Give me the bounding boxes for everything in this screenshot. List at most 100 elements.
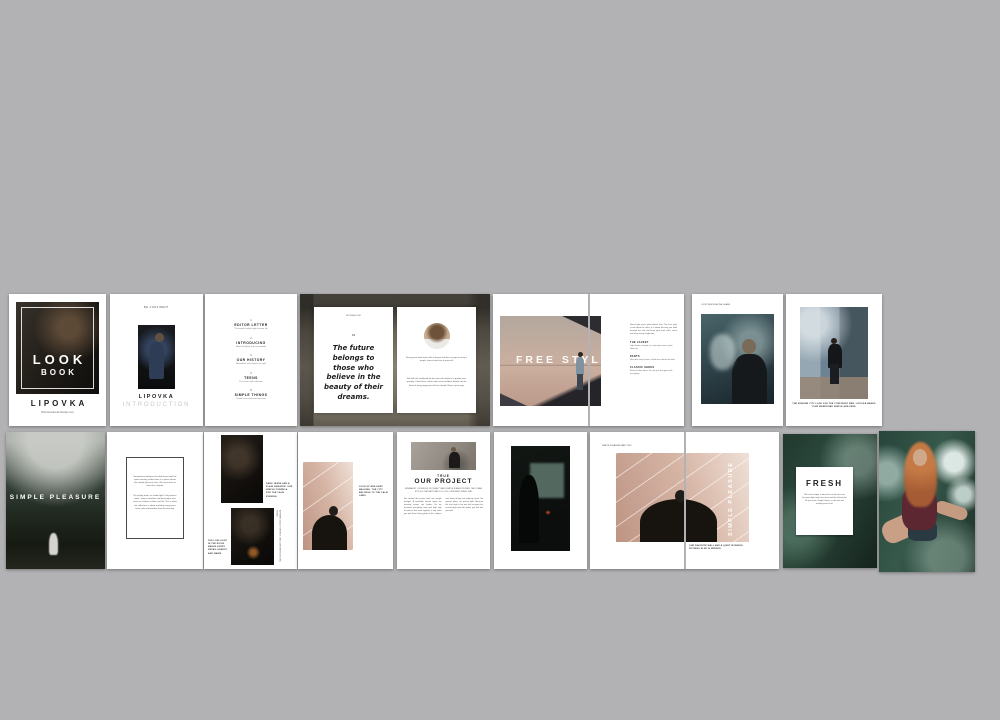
model-jacket: [149, 342, 164, 379]
contents-item-title: SIMPLE THINGS: [213, 393, 289, 397]
dark-duo-caption-bottom: THE LOW LIGHT IN THE ROOM MAKES EVERY DE…: [208, 540, 229, 556]
spread-quote: LIPOVKA LOOK 01 The future belongs to th…: [300, 294, 490, 426]
quote-paragraph: We built this lookbook for the men who b…: [405, 378, 468, 388]
intro-header: BE CONFIDENT: [110, 306, 203, 309]
page-essay: Somewhere between the dark forest and th…: [107, 432, 203, 569]
fresh-body: The fresh chapter is about the air after…: [802, 494, 847, 506]
contents-item-title: OUR HISTORY: [213, 358, 289, 362]
contents-item-number: 2: [213, 337, 289, 340]
intro-brand: LIPOVKA: [110, 394, 203, 400]
model-head: [155, 333, 164, 342]
outfit-section: THE JACKET Light denim, straight cut, wo…: [630, 341, 677, 351]
essay-paragraph: Somewhere between the dark forest and th…: [133, 476, 177, 489]
vertical-title: SIMPLE PLEASURE: [728, 460, 734, 536]
model-back: [312, 515, 347, 550]
fresh-model-photo: [879, 431, 975, 572]
model-silhouette: [519, 475, 539, 542]
contents-item-number: 4: [213, 372, 289, 375]
contents-item-title: TEENS: [213, 376, 289, 380]
contents-item-number: 3: [213, 354, 289, 357]
brand-name: LIPOVKA: [9, 399, 106, 408]
city-photo: [800, 307, 868, 399]
contents-item: 2 INTRODUCING New look ideas and clean d…: [213, 337, 289, 348]
essay-border-box: Somewhere between the dark forest and th…: [126, 457, 184, 539]
warm-light-spot: [546, 511, 550, 514]
project-body-columns: We started this project with one simple …: [404, 498, 483, 561]
model-pants: [577, 374, 583, 390]
glass-photo: [701, 314, 774, 404]
page-simple-pleasure-cover: SIMPLE PLEASURE: [6, 432, 105, 569]
dark-portrait-photo-bottom: [231, 508, 274, 565]
cover-title-look: LOOK: [16, 352, 99, 367]
spread-simple-pleasure: SIMPLE PLEASURE PART TWO SIMPLE PLEASURE…: [590, 432, 779, 569]
outfit-section: CLASSIC SHOES Brown leather boots, the o…: [630, 366, 677, 376]
contents-item: 1 EDITOR LETTER The simple fashion style…: [213, 319, 289, 330]
fresh-title: FRESH: [796, 479, 853, 488]
free-style-text-column: Street light and a plain denim shirt. Th…: [630, 324, 677, 376]
cover-photo: LOOK BOOK: [16, 302, 99, 394]
page-fresh-right: [879, 431, 975, 572]
model-head: [329, 506, 338, 516]
simple-pleasure-title: SIMPLE PLEASURE: [6, 494, 105, 501]
intro-photo: [138, 325, 175, 389]
free-style-title: FREE STYLE: [516, 354, 611, 366]
page-glass: LOOK THROUGH THE GLASS: [692, 294, 783, 426]
contents-item: 4 TEENS The street style collection: [213, 372, 289, 383]
tiles-spread-header: SIMPLE PLEASURE PART TWO: [602, 445, 631, 447]
outfit-section-heading: PANTS: [630, 355, 677, 358]
dark-duo-side-note: AUTUMN COLLECTION SHOT ON LOCATION BY LI…: [275, 510, 280, 562]
dark-duo-caption-top: DARK JEANS AND A PLAIN SWEATER. OUR SIMP…: [266, 483, 293, 499]
dark-portrait-photo-top: [221, 435, 263, 503]
cover-photo-frame: [21, 307, 94, 389]
quote-text: The future belongs to those who believe …: [321, 344, 386, 403]
page-tiled-wall: LOOK UP AND KEEP WALKING. THE CITY BELON…: [298, 432, 393, 569]
quote-left-sheet: LIPOVKA LOOK 01 The future belongs to th…: [314, 307, 393, 413]
quote-right-sheet: Every great look starts with a dream and…: [397, 307, 476, 413]
page-dark-screen: [494, 432, 587, 569]
outfit-section-heading: CLASSIC SHOES: [630, 366, 677, 369]
project-title: OUR PROJECT: [397, 478, 490, 485]
model-back: [640, 499, 717, 542]
figure-in-forest: [49, 533, 58, 555]
outfit-section: PANTS Slim dark navy chinos, cuffed once…: [630, 355, 677, 362]
glass-page-header: LOOK THROUGH THE GLASS: [701, 304, 730, 306]
tiled-wall-photo: [303, 462, 353, 550]
contents-item: 3 OUR HISTORY Minimalism was always our …: [213, 354, 289, 365]
intro-title: INTRODUCTION: [110, 402, 203, 408]
cover-title-book: BOOK: [16, 368, 99, 377]
project-photo: [411, 442, 476, 470]
author-avatar: [424, 323, 450, 349]
essay-paragraph: No styling team, no studio light. Only h…: [133, 495, 177, 511]
quote-kicker: 01: [314, 333, 393, 337]
page-contents: 1 EDITOR LETTER The simple fashion style…: [205, 294, 297, 426]
model-hoodie: [449, 452, 460, 468]
brand-tagline: Minimal authentic lifestyle men: [9, 411, 106, 414]
contents-list: 1 EDITOR LETTER The simple fashion style…: [213, 319, 289, 407]
outfit-section-body: Brown leather boots, the one pair that g…: [630, 370, 677, 376]
contents-item-number: 1: [213, 319, 289, 322]
model-arm: [934, 500, 969, 522]
outfit-section-body: Light denim, straight cut, worn open ove…: [630, 345, 677, 351]
spread-free-style: FREE STYLE Street light and a plain deni…: [493, 294, 684, 426]
hand-on-glass: [710, 334, 735, 370]
contents-item-title: INTRODUCING: [213, 341, 289, 345]
page-cover: LOOK BOOK LIPOVKA Minimal authentic life…: [9, 294, 106, 426]
page-dark-duo: DARK JEANS AND A PLAIN SWEATER. OUR SIMP…: [204, 432, 297, 569]
model-head: [742, 339, 756, 354]
tiles-spread-caption: OUR FAVORITE WALL AND A QUIET MORNING. N…: [689, 545, 747, 551]
model-pants: [830, 364, 839, 384]
spread-gutter: [684, 432, 686, 569]
contents-item-subtitle: The simple fashion style for your life: [213, 328, 289, 330]
quote-paragraph: Every great look starts with a dream and…: [405, 357, 468, 364]
page-city: THE MODERN CITY LOOK FOR THE CONFIDENT M…: [786, 294, 882, 426]
contents-item-subtitle: New look ideas and clean details: [213, 346, 289, 348]
tiled-wall-caption: LOOK UP AND KEEP WALKING. THE CITY BELON…: [359, 486, 388, 499]
page-introduction: BE CONFIDENT LIPOVKA INTRODUCTION: [110, 294, 203, 426]
city-caption: THE MODERN CITY LOOK FOR THE CONFIDENT M…: [791, 403, 877, 409]
quote-page-header: LIPOVKA LOOK: [314, 315, 393, 317]
dark-screen-photo: [511, 446, 570, 551]
spread-gutter: [588, 294, 590, 426]
outfit-section-heading: THE JACKET: [630, 341, 677, 344]
contents-item-subtitle: Minimalism was always our style: [213, 363, 289, 365]
cover-title: LOOK BOOK: [16, 352, 99, 377]
